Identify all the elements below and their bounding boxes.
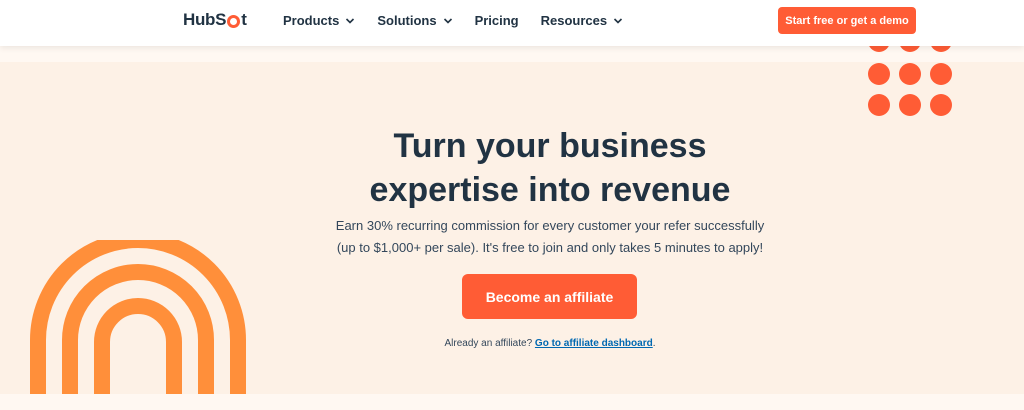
become-affiliate-button[interactable]: Become an affiliate bbox=[462, 274, 637, 319]
decorative-dot bbox=[868, 63, 890, 85]
hero-subtitle-line: Earn 30% recurring commission for every … bbox=[335, 218, 765, 233]
hero-subtitle: Earn 30% recurring commission for every … bbox=[300, 215, 800, 259]
decorative-dot bbox=[868, 94, 890, 116]
top-navigation: HubS t Products Solutions Pricing Resour… bbox=[0, 0, 1024, 46]
nav-item-label: Pricing bbox=[474, 13, 519, 28]
nav-item-label: Products bbox=[283, 13, 340, 28]
decorative-dot bbox=[899, 63, 921, 85]
already-affiliate-text: Already an affiliate? Go to affiliate da… bbox=[300, 338, 800, 349]
nav-item-label: Solutions bbox=[377, 13, 437, 28]
nav-item-resources[interactable]: Resources bbox=[541, 13, 623, 28]
decorative-dot bbox=[930, 63, 952, 85]
decorative-dot bbox=[899, 94, 921, 116]
chevron-down-icon bbox=[614, 17, 623, 24]
logo-sprocket-icon bbox=[227, 14, 241, 28]
affiliate-dashboard-link[interactable]: Go to affiliate dashboard bbox=[535, 338, 653, 349]
nav-item-pricing[interactable]: Pricing bbox=[475, 13, 519, 28]
hero-subtitle-line: (up to $1,000+ per sale). It's free to j… bbox=[336, 240, 764, 255]
footer-band bbox=[0, 394, 1024, 410]
logo-text-left: HubS bbox=[183, 10, 227, 29]
nav-item-label: Resources bbox=[540, 13, 608, 28]
hubspot-logo[interactable]: HubS t bbox=[183, 10, 247, 30]
nav-item-products[interactable]: Products bbox=[283, 13, 355, 28]
already-affiliate-label: Already an affiliate? bbox=[444, 338, 533, 349]
hero-title: Turn your business expertise into revenu… bbox=[300, 124, 800, 212]
chevron-down-icon bbox=[346, 17, 355, 24]
hero-title-line: Turn your business bbox=[393, 127, 707, 165]
decorative-arches bbox=[30, 240, 246, 410]
nav-item-solutions[interactable]: Solutions bbox=[377, 13, 452, 28]
main-nav: Products Solutions Pricing Resources bbox=[283, 13, 623, 28]
decorative-dot bbox=[930, 94, 952, 116]
period: . bbox=[652, 338, 656, 349]
hero-title-line: expertise into revenue bbox=[369, 171, 731, 209]
logo-text-right: t bbox=[241, 10, 247, 29]
start-free-button[interactable]: Start free or get a demo bbox=[778, 7, 916, 34]
chevron-down-icon bbox=[443, 17, 452, 24]
